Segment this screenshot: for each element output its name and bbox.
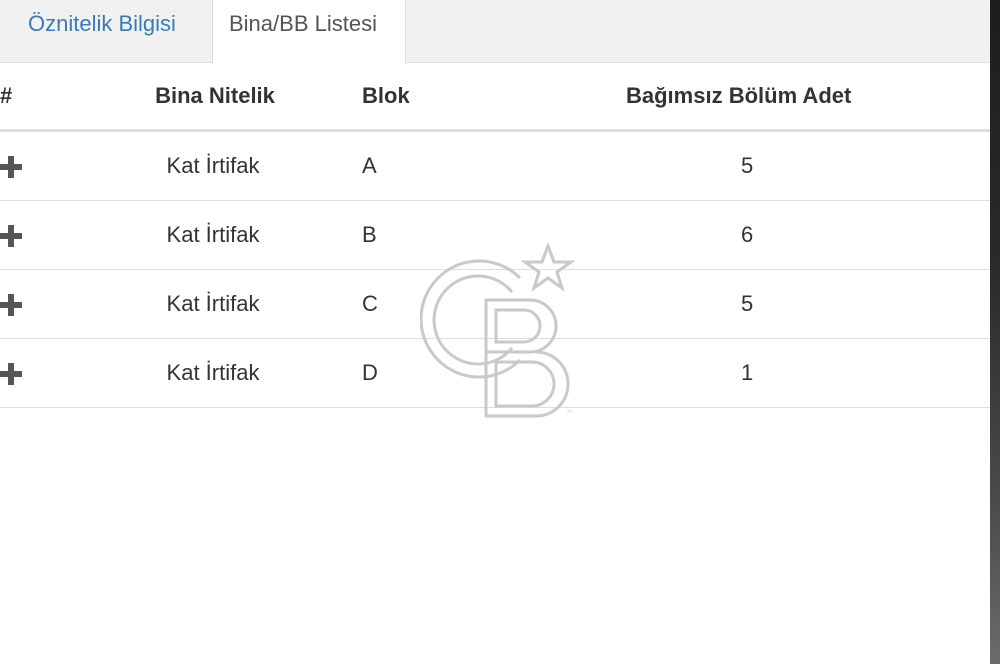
nitelik-value: Kat İrtifak: [166, 153, 260, 178]
nitelik-cell: Kat İrtifak: [70, 200, 360, 270]
expand-cell: [0, 200, 70, 270]
bb-adet-cell: 1: [500, 338, 990, 408]
tab-bina-bb-listesi[interactable]: Bina/BB Listesi: [212, 0, 406, 64]
bb-adet-value: 5: [741, 291, 754, 316]
plus-icon[interactable]: [0, 225, 22, 248]
header-bb-label: Bağımsız Bölüm Adet: [626, 83, 852, 108]
bb-adet-cell: 6: [500, 200, 990, 270]
nitelik-cell: Kat İrtifak: [70, 269, 360, 339]
plus-icon[interactable]: [0, 363, 22, 386]
plus-icon[interactable]: [0, 156, 22, 179]
window-edge: [990, 0, 1000, 664]
tab-oznitelik-bilgisi[interactable]: Öznitelik Bilgisi: [12, 0, 192, 63]
bb-adet-value: 5: [741, 153, 754, 178]
table-row: Kat İrtifak B 6: [0, 200, 990, 270]
table-row: Kat İrtifak A 5: [0, 130, 990, 201]
blok-value: B: [362, 222, 377, 247]
nitelik-value: Kat İrtifak: [166, 360, 260, 385]
header-bagimsiz-bolum-adet: Bağımsız Bölüm Adet: [500, 63, 990, 132]
expand-cell: [0, 130, 70, 201]
nitelik-value: Kat İrtifak: [166, 222, 260, 247]
blok-cell: B: [360, 200, 500, 270]
header-hash: #: [0, 63, 70, 132]
table-row: Kat İrtifak C 5: [0, 269, 990, 339]
blok-cell: C: [360, 269, 500, 339]
nitelik-cell: Kat İrtifak: [70, 130, 360, 201]
header-bina-nitelik: Bina Nitelik: [70, 63, 360, 132]
blok-value: C: [362, 291, 378, 316]
plus-icon[interactable]: [0, 294, 22, 317]
expand-cell: [0, 338, 70, 408]
bina-bb-table: # Bina Nitelik Blok Bağımsız Bölüm Adet …: [0, 63, 990, 408]
header-blok: Blok: [360, 63, 500, 132]
blok-cell: A: [360, 130, 500, 201]
bb-adet-value: 1: [741, 360, 754, 385]
table-row: Kat İrtifak D 1: [0, 338, 990, 408]
expand-cell: [0, 269, 70, 339]
blok-cell: D: [360, 338, 500, 408]
tab-bar: Öznitelik Bilgisi Bina/BB Listesi: [0, 0, 990, 64]
blok-value: D: [362, 360, 378, 385]
nitelik-value: Kat İrtifak: [166, 291, 260, 316]
bb-adet-cell: 5: [500, 130, 990, 201]
svg-text:™: ™: [566, 409, 574, 418]
bb-adet-value: 6: [741, 222, 754, 247]
nitelik-cell: Kat İrtifak: [70, 338, 360, 408]
bb-adet-cell: 5: [500, 269, 990, 339]
table-header-row: # Bina Nitelik Blok Bağımsız Bölüm Adet: [0, 63, 990, 132]
blok-value: A: [362, 153, 377, 178]
header-blok-label: Blok: [362, 83, 410, 108]
